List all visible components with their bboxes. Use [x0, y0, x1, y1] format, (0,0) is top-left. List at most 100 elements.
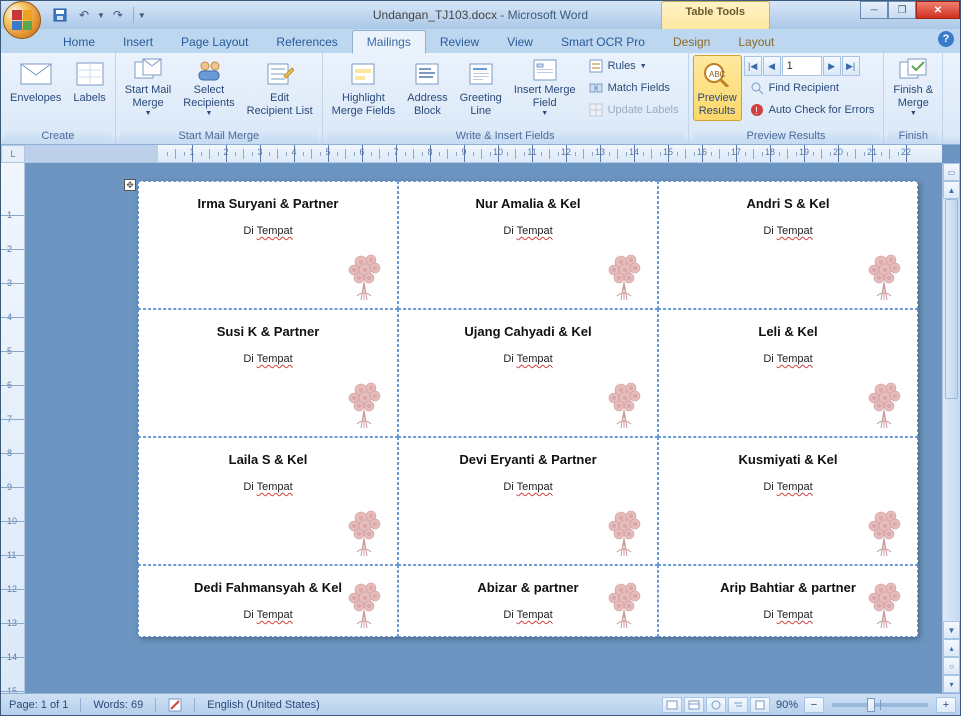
group-finish: Finish & Merge▼ Finish: [884, 53, 943, 144]
envelopes-button[interactable]: Envelopes: [5, 55, 66, 121]
zoom-value[interactable]: 90%: [776, 699, 798, 711]
table-move-handle-icon[interactable]: ✥: [124, 179, 136, 191]
save-icon[interactable]: [49, 4, 71, 26]
vertical-ruler[interactable]: 12345678910111213141516: [1, 163, 25, 693]
next-record-button[interactable]: ▶: [823, 56, 841, 76]
tab-insert[interactable]: Insert: [109, 31, 167, 53]
preview-results-button[interactable]: ABC Preview Results: [693, 55, 742, 121]
find-recipient-button[interactable]: Find Recipient: [744, 77, 880, 99]
web-layout-view-button[interactable]: [706, 697, 726, 713]
update-icon: [588, 102, 604, 118]
label-cell[interactable]: Ujang Cahyadi & Kel Di Tempat: [398, 309, 658, 437]
horizontal-ruler[interactable]: 12345678910111213141516171819202122: [25, 145, 942, 163]
office-button[interactable]: [3, 1, 41, 39]
help-icon[interactable]: ?: [938, 31, 954, 47]
flower-icon: [339, 376, 389, 430]
label-cell[interactable]: Abizar & partner Di Tempat: [398, 565, 658, 637]
tab-layout[interactable]: Layout: [724, 31, 788, 53]
zoom-in-button[interactable]: +: [936, 697, 956, 713]
match-fields-button[interactable]: Match Fields: [583, 77, 684, 99]
document-area: L 12345678910111213141516171819202122 12…: [1, 145, 960, 693]
flower-icon: [859, 248, 909, 302]
label-cell[interactable]: Devi Eryanti & Partner Di Tempat: [398, 437, 658, 565]
draft-view-button[interactable]: [750, 697, 770, 713]
update-labels-button: Update Labels: [583, 99, 684, 121]
close-button[interactable]: ✕: [916, 1, 960, 19]
proofing-icon[interactable]: [164, 698, 186, 712]
label-cell[interactable]: Andri S & Kel Di Tempat: [658, 181, 918, 309]
label-cell[interactable]: Kusmiyati & Kel Di Tempat: [658, 437, 918, 565]
ribbon-tabs: Home Insert Page Layout References Maili…: [1, 29, 960, 53]
scroll-up-button[interactable]: ▲: [943, 181, 960, 199]
address-block-button[interactable]: Address Block: [402, 55, 452, 121]
maximize-button[interactable]: ❐: [888, 1, 916, 19]
qat-customize-icon[interactable]: ▼: [138, 11, 146, 20]
language-status[interactable]: English (United States): [203, 699, 324, 711]
check-icon: !: [749, 102, 765, 118]
flower-icon: [599, 248, 649, 302]
tab-review[interactable]: Review: [426, 31, 493, 53]
find-icon: [749, 80, 765, 96]
undo-icon[interactable]: ↶: [73, 4, 95, 26]
tab-smart-ocr-pro[interactable]: Smart OCR Pro: [547, 31, 659, 53]
edit-recipient-list-button[interactable]: Edit Recipient List: [242, 55, 318, 121]
label-name: Leli & Kel: [667, 324, 909, 339]
zoom-thumb[interactable]: [867, 698, 875, 712]
zoom-out-button[interactable]: −: [804, 697, 824, 713]
greeting-line-button[interactable]: Greeting Line: [455, 55, 507, 121]
rules-button[interactable]: Rules ▼: [583, 55, 684, 77]
label-cell[interactable]: Nur Amalia & Kel Di Tempat: [398, 181, 658, 309]
print-layout-view-button[interactable]: [662, 697, 682, 713]
tab-page-layout[interactable]: Page Layout: [167, 31, 262, 53]
finish-merge-button[interactable]: Finish & Merge▼: [888, 55, 938, 121]
label-cell[interactable]: Dedi Fahmansyah & Kel Di Tempat: [138, 565, 398, 637]
minimize-button[interactable]: ─: [860, 1, 888, 19]
auto-check-errors-button[interactable]: !Auto Check for Errors: [744, 99, 880, 121]
page-status[interactable]: Page: 1 of 1: [5, 699, 72, 711]
tab-view[interactable]: View: [493, 31, 547, 53]
ruler-toggle-button[interactable]: ▭: [943, 163, 960, 181]
labels-icon: [74, 58, 106, 90]
first-record-button[interactable]: |◀: [744, 56, 762, 76]
highlight-merge-fields-button[interactable]: Highlight Merge Fields: [327, 55, 401, 121]
tab-mailings[interactable]: Mailings: [352, 30, 426, 54]
browse-object-button[interactable]: ○: [943, 657, 960, 675]
group-label: Write & Insert Fields: [327, 129, 684, 144]
flower-icon: [599, 576, 649, 630]
label-name: Devi Eryanti & Partner: [407, 452, 649, 467]
tab-references[interactable]: References: [262, 31, 351, 53]
tab-design[interactable]: Design: [659, 31, 724, 53]
label-cell[interactable]: Laila S & Kel Di Tempat: [138, 437, 398, 565]
vertical-scrollbar[interactable]: ▭ ▲ ▼ ▴ ○ ▾: [942, 163, 960, 693]
document-canvas[interactable]: ✥ Irma Suryani & Partner Di Tempat Nur A…: [25, 163, 942, 693]
label-cell[interactable]: Leli & Kel Di Tempat: [658, 309, 918, 437]
label-cell[interactable]: Susi K & Partner Di Tempat: [138, 309, 398, 437]
scroll-thumb[interactable]: [945, 199, 958, 399]
next-page-button[interactable]: ▾: [943, 675, 960, 693]
full-screen-view-button[interactable]: [684, 697, 704, 713]
label-cell[interactable]: Irma Suryani & Partner Di Tempat: [138, 181, 398, 309]
undo-dropdown-icon[interactable]: ▼: [97, 11, 105, 20]
tab-home[interactable]: Home: [49, 31, 109, 53]
scroll-track[interactable]: [943, 199, 960, 621]
labels-button[interactable]: Labels: [68, 55, 110, 121]
label-place: Di Tempat: [407, 353, 649, 365]
label-place: Di Tempat: [147, 353, 389, 365]
outline-view-button[interactable]: [728, 697, 748, 713]
group-label: Create: [5, 129, 111, 144]
last-record-button[interactable]: ▶|: [842, 56, 860, 76]
ruler-corner[interactable]: L: [1, 145, 25, 163]
page[interactable]: ✥ Irma Suryani & Partner Di Tempat Nur A…: [138, 181, 918, 637]
scroll-down-button[interactable]: ▼: [943, 621, 960, 639]
start-mail-merge-button[interactable]: Start Mail Merge▼: [120, 55, 176, 121]
window-title: Undangan_TJ103.docx - Microsoft Word: [373, 8, 588, 22]
label-cell[interactable]: Arip Bahtiar & partner Di Tempat: [658, 565, 918, 637]
prev-page-button[interactable]: ▴: [943, 639, 960, 657]
prev-record-button[interactable]: ◀: [763, 56, 781, 76]
insert-merge-field-button[interactable]: Insert Merge Field▼: [509, 55, 581, 121]
select-recipients-button[interactable]: Select Recipients▼: [178, 55, 239, 121]
redo-icon[interactable]: ↷: [107, 4, 129, 26]
zoom-slider[interactable]: [832, 703, 928, 707]
record-number-input[interactable]: [782, 56, 822, 76]
word-count[interactable]: Words: 69: [89, 699, 147, 711]
